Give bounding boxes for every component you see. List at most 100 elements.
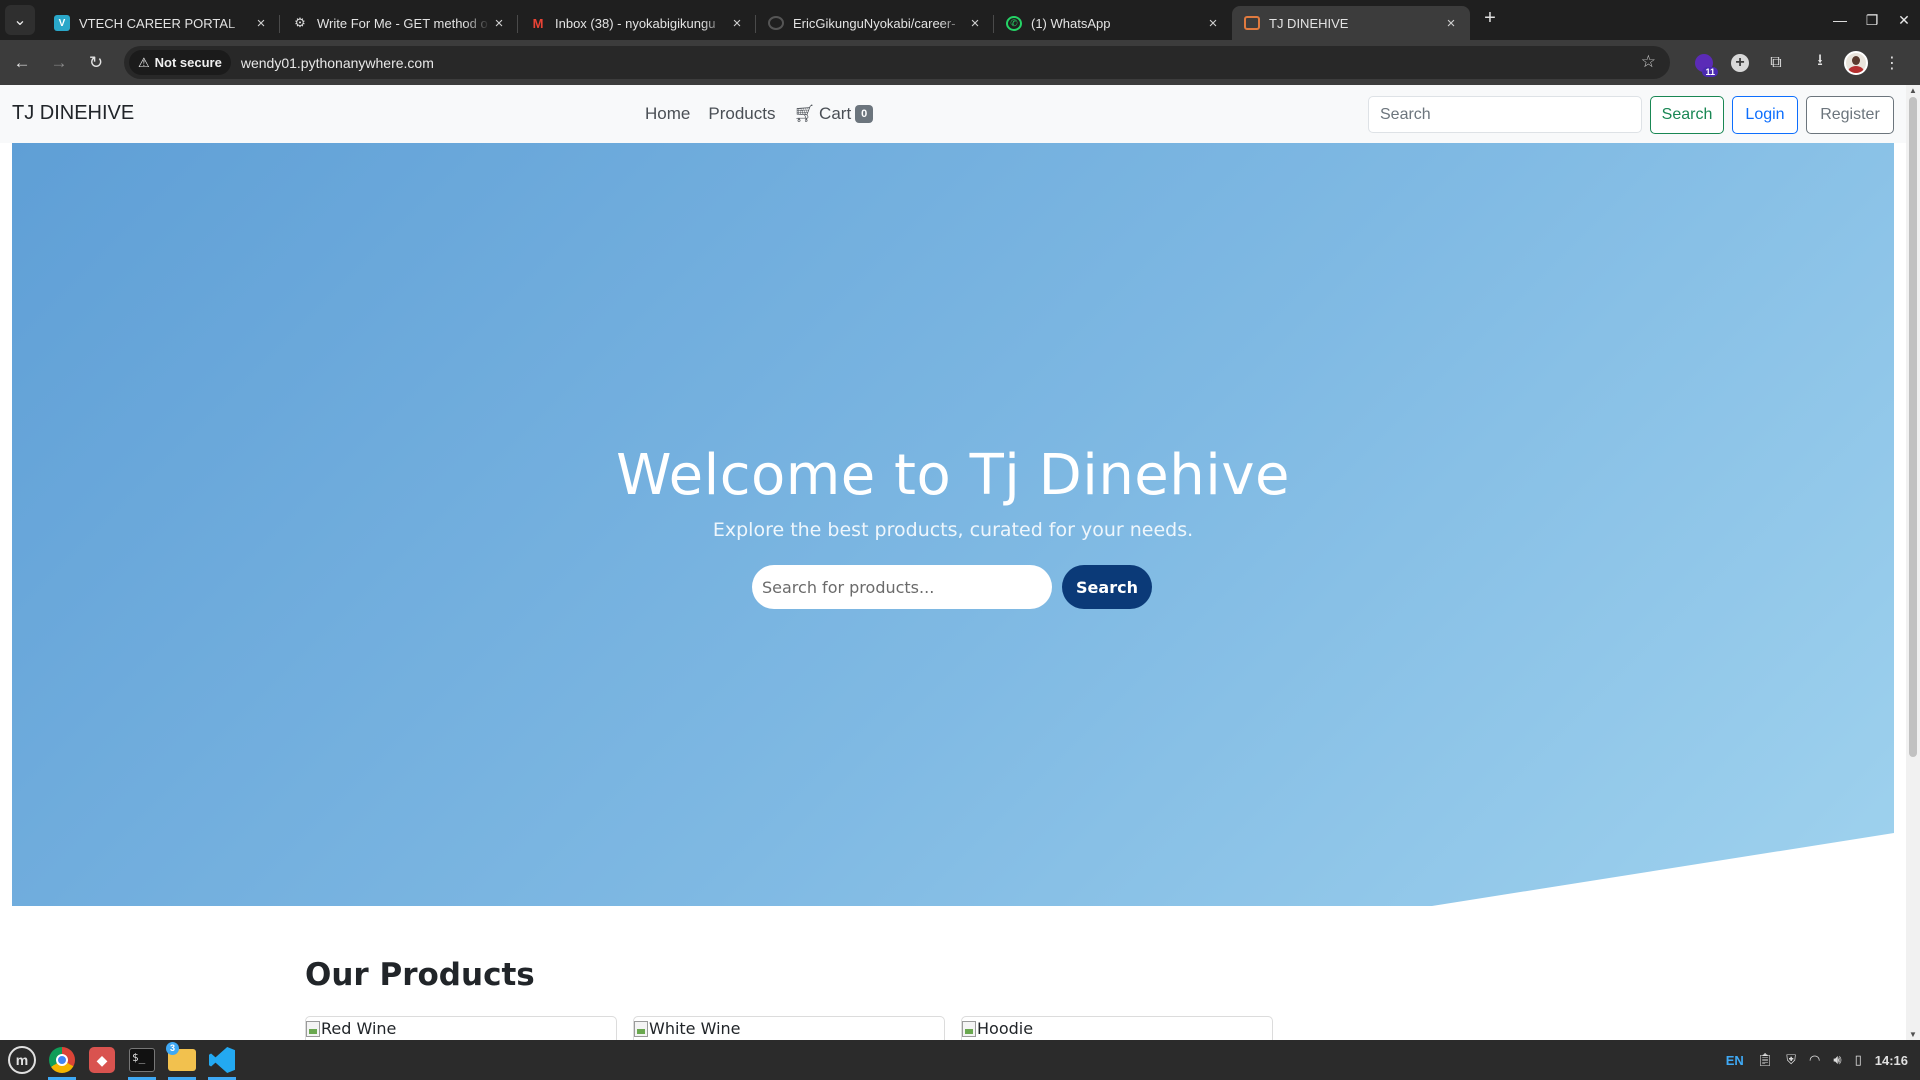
site-info-chip[interactable]: ⚠ Not secure — [129, 50, 231, 75]
product-image[interactable]: White Wine — [634, 1019, 741, 1038]
close-tab-icon[interactable]: × — [490, 14, 508, 32]
url-text[interactable]: wendy01.pythonanywhere.com — [241, 55, 434, 71]
reload-icon: ↻ — [88, 52, 104, 72]
hero-search-input[interactable] — [752, 565, 1052, 609]
plus-circle-icon: + — [1731, 53, 1749, 72]
taskbar-terminal[interactable]: $_ — [124, 1040, 160, 1080]
browser-tab-github[interactable]: EricGikunguNyokabi/career- × — [756, 6, 994, 40]
scrollbar-thumb[interactable] — [1909, 97, 1917, 757]
browser-tab-tj-dinehive[interactable]: TJ DINEHIVE × — [1232, 6, 1470, 40]
extension-badge: 11 — [1702, 66, 1718, 77]
browser-tab-whatsapp[interactable]: ✆ (1) WhatsApp × — [994, 6, 1232, 40]
taskbar-chrome[interactable] — [44, 1040, 80, 1080]
site-favicon-icon — [1244, 16, 1260, 30]
bookmark-star-icon[interactable]: ☆ — [1641, 52, 1656, 72]
extensions-menu-button[interactable]: ⧉ — [1758, 48, 1794, 78]
taskbar-file-manager[interactable]: 3 — [164, 1040, 200, 1080]
close-tab-icon[interactable]: × — [252, 14, 270, 32]
hero-section: Welcome to Tj Dinehive Explore the best … — [12, 143, 1894, 906]
tab-title: TJ DINEHIVE — [1269, 15, 1349, 31]
broken-image-icon — [306, 1020, 320, 1037]
volume-icon[interactable]: 🔊︎ — [1833, 1052, 1841, 1068]
nav-link-home[interactable]: Home — [645, 104, 690, 124]
avatar — [1844, 50, 1868, 75]
navbar-search-button[interactable]: Search — [1650, 96, 1724, 134]
hero-subtitle: Explore the best products, curated for y… — [712, 519, 1194, 541]
hero-search-button[interactable]: Search — [1062, 565, 1152, 609]
close-tab-icon[interactable]: × — [728, 14, 746, 32]
scroll-down-arrow-icon[interactable]: ▼ — [1909, 1030, 1917, 1039]
kebab-menu-icon: ⋮ — [1884, 54, 1900, 72]
tab-search-button[interactable]: ⌄ — [5, 5, 35, 35]
github-favicon-icon — [768, 16, 784, 30]
warning-icon: ⚠ — [138, 54, 150, 70]
vscode-icon — [209, 1047, 235, 1073]
arrow-right-icon: → — [50, 52, 68, 72]
close-tab-icon[interactable]: × — [966, 14, 984, 32]
nav-link-products[interactable]: Products — [708, 104, 775, 124]
browser-toolbar: ← → ↻ ⚠ Not secure wendy01.pythonanywher… — [0, 40, 1920, 85]
product-image[interactable]: Hoodie — [962, 1019, 1033, 1038]
git-client-icon: ◆ — [89, 1047, 115, 1073]
address-bar[interactable]: ⚠ Not secure wendy01.pythonanywhere.com … — [124, 46, 1670, 79]
keyboard-layout-indicator[interactable]: EN — [1726, 1053, 1744, 1068]
image-alt-text: White Wine — [649, 1019, 741, 1038]
cart-label: Cart — [819, 104, 852, 123]
extension-add-button[interactable]: + — [1722, 48, 1758, 78]
forward-button[interactable]: → — [44, 48, 74, 78]
wifi-icon[interactable]: ◠ — [1809, 1052, 1820, 1068]
product-card-red-wine[interactable]: Red Wine — [305, 1016, 617, 1040]
window-count-badge: 3 — [166, 1042, 179, 1055]
security-label: Not secure — [154, 55, 222, 70]
battery-icon[interactable]: ▯ — [1855, 1052, 1862, 1068]
browser-tab-gmail[interactable]: M Inbox (38) - nyokabigikungu × — [518, 6, 756, 40]
taskbar-vscode[interactable] — [204, 1040, 240, 1080]
restore-icon[interactable]: ❐ — [1856, 12, 1888, 29]
navbar-search-input[interactable] — [1368, 96, 1642, 133]
os-taskbar: m ◆ $_ 3 EN 📋︎ ⛨ ◠ 🔊︎ ▯ 14:16 — [0, 1040, 1920, 1080]
register-button[interactable]: Register — [1806, 96, 1894, 134]
hero-search-form: Search — [752, 565, 1152, 609]
product-image[interactable]: Red Wine — [306, 1019, 396, 1038]
browser-menu-button[interactable]: ⋮ — [1874, 48, 1910, 78]
hero-title: Welcome to Tj Dinehive — [616, 443, 1290, 508]
product-card-hoodie[interactable]: Hoodie — [961, 1016, 1273, 1040]
toolbar-extensions: 11 + ⧉ ⭳ ⋮ — [1686, 40, 1910, 85]
close-window-icon[interactable]: ✕ — [1888, 12, 1920, 29]
login-button[interactable]: Login — [1732, 96, 1798, 134]
tab-title: Write For Me - GET method o — [317, 15, 488, 31]
system-tray: EN 📋︎ ⛨ ◠ 🔊︎ ▯ 14:16 — [1726, 1040, 1920, 1080]
clock[interactable]: 14:16 — [1875, 1053, 1908, 1068]
new-tab-button[interactable]: + — [1476, 5, 1504, 33]
product-card-white-wine[interactable]: White Wine — [633, 1016, 945, 1040]
tab-list: V VTECH CAREER PORTAL × ⚙ Write For Me -… — [42, 0, 1470, 40]
nav-links: Home Products 🛒︎ Cart 0 — [645, 104, 874, 124]
back-button[interactable]: ← — [7, 48, 37, 78]
clipboard-icon[interactable]: 📋︎ — [1757, 1052, 1774, 1068]
broken-image-icon — [962, 1020, 976, 1037]
cart-icon: 🛒︎ — [793, 104, 816, 123]
browser-tab-write-for-me[interactable]: ⚙ Write For Me - GET method o × — [280, 6, 518, 40]
window-controls: — ❐ ✕ — [1824, 0, 1920, 40]
minimize-icon[interactable]: — — [1824, 12, 1856, 28]
linux-mint-menu-icon: m — [8, 1046, 36, 1074]
downloads-button[interactable]: ⭳ — [1802, 48, 1838, 78]
tab-title: EricGikunguNyokabi/career- — [793, 15, 956, 31]
extension-button[interactable]: 11 — [1686, 48, 1722, 78]
browser-tab-vtech[interactable]: V VTECH CAREER PORTAL × — [42, 6, 280, 40]
taskbar-git-client[interactable]: ◆ — [84, 1040, 120, 1080]
close-tab-icon[interactable]: × — [1442, 14, 1460, 32]
scroll-up-arrow-icon[interactable]: ▲ — [1909, 86, 1917, 95]
close-tab-icon[interactable]: × — [1204, 14, 1222, 32]
start-menu-button[interactable]: m — [4, 1040, 40, 1080]
gmail-favicon-icon: M — [532, 15, 544, 31]
profile-button[interactable] — [1838, 48, 1874, 78]
whatsapp-favicon-icon: ✆ — [1006, 15, 1022, 31]
nav-link-cart[interactable]: 🛒︎ Cart 0 — [793, 104, 874, 124]
shield-icon[interactable]: ⛨ — [1786, 1052, 1796, 1068]
site-brand[interactable]: TJ DINEHIVE — [12, 102, 134, 125]
reload-button[interactable]: ↻ — [81, 48, 111, 78]
page-scrollbar[interactable]: ▲ ▼ — [1906, 85, 1920, 1040]
tab-title: VTECH CAREER PORTAL — [79, 15, 236, 31]
image-alt-text: Red Wine — [321, 1019, 397, 1038]
